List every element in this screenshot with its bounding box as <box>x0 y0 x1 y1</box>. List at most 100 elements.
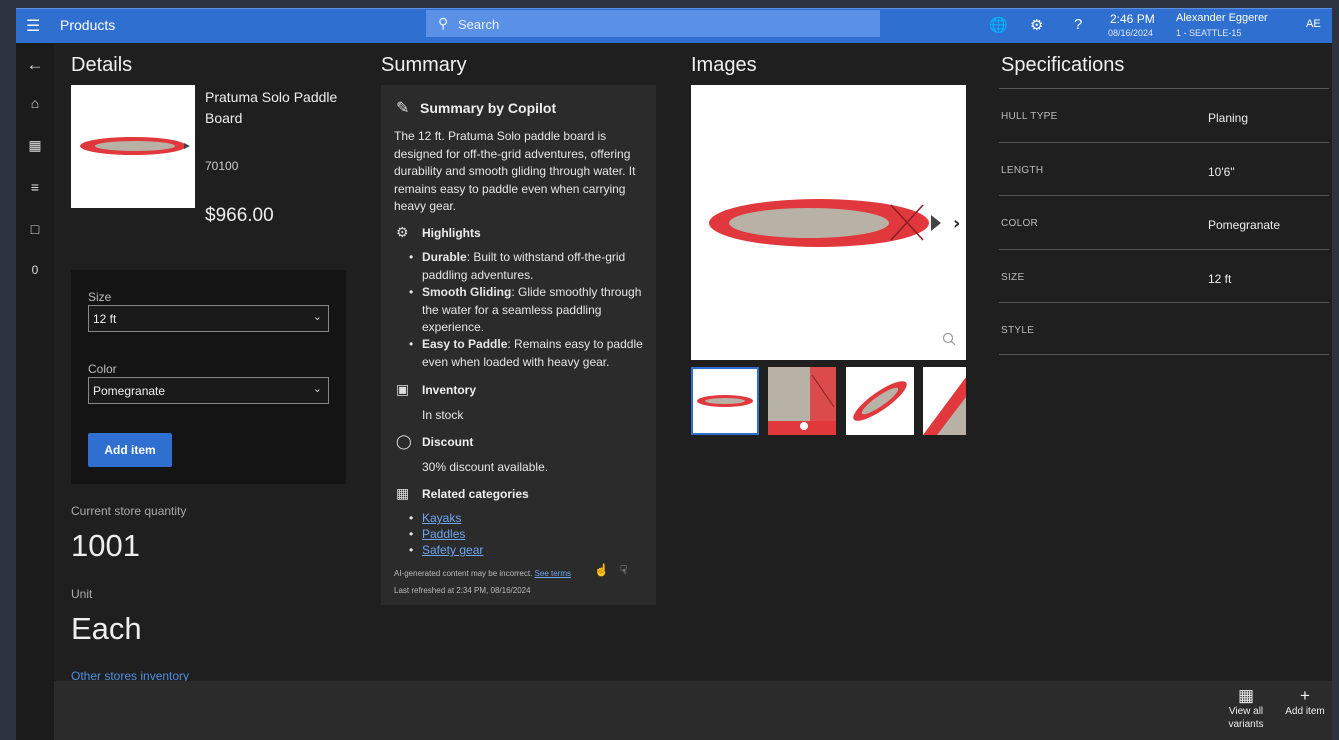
spec-key: LENGTH <box>1001 165 1044 176</box>
size-value: 12 ft <box>93 312 117 326</box>
spec-value: 10'6" <box>1208 165 1235 179</box>
ai-disclaimer: AI-generated content may be incorrect. S… <box>394 569 571 578</box>
main-product-image[interactable]: › <box>691 85 966 360</box>
copilot-summary-panel: ✎ Summary by Copilot The 12 ft. Pratuma … <box>381 85 656 605</box>
globe-icon[interactable]: 🌐 <box>989 16 1008 34</box>
image-thumbnail[interactable] <box>691 367 759 435</box>
view-all-variants-button[interactable]: ▦ View all variants <box>1220 686 1272 731</box>
thumbs-down-icon[interactable]: ☟ <box>620 563 627 577</box>
related-link-kayaks[interactable]: Kayaks <box>409 511 461 525</box>
top-bar: ☰ Products ⚲ Search 🌐 ⚙ ? 2:46 PM 08/16/… <box>16 8 1332 43</box>
inventory-value: In stock <box>422 408 464 422</box>
highlight-item: Smooth Gliding: Glide smoothly through t… <box>409 284 647 337</box>
add-item-button[interactable]: Add item <box>88 433 172 467</box>
spec-row: STYLE <box>999 302 1329 355</box>
spec-row: LENGTH 10'6" <box>999 142 1329 195</box>
image-thumbnail[interactable] <box>923 367 966 435</box>
related-label: Related categories <box>422 487 529 501</box>
highlight-item: Durable: Built to withstand off-the-grid… <box>409 249 647 284</box>
search-placeholder: Search <box>458 17 500 32</box>
last-refreshed: Last refreshed at 2:34 PM, 08/16/2024 <box>394 586 531 595</box>
summary-title: Summary by Copilot <box>420 100 557 116</box>
product-price: $966.00 <box>205 205 274 226</box>
products-icon[interactable]: ▦ <box>16 137 54 154</box>
related-link-safety-gear[interactable]: Safety gear <box>409 543 483 557</box>
color-value: Pomegranate <box>93 384 166 398</box>
search-icon: ⚲ <box>438 15 449 31</box>
add-item-label: Add item <box>1285 706 1325 717</box>
specifications-heading: Specifications <box>1001 54 1125 76</box>
user-name[interactable]: Alexander Eggerer <box>1176 12 1268 24</box>
app-window: ☰ Products ⚲ Search 🌐 ⚙ ? 2:46 PM 08/16/… <box>16 8 1332 740</box>
color-select[interactable]: Pomegranate ⌄ <box>88 377 329 404</box>
spec-key: HULL TYPE <box>1001 111 1058 122</box>
cart-count[interactable]: 0 <box>16 263 54 277</box>
discount-label: Discount <box>422 435 474 449</box>
clock-time: 2:46 PM <box>1110 12 1155 26</box>
grid-icon: ▦ <box>1237 686 1255 705</box>
list-icon[interactable]: ≡ <box>16 179 54 195</box>
highlights-icon: ⚙ <box>396 224 409 240</box>
spec-key: SIZE <box>1001 272 1025 283</box>
spec-row: COLOR Pomegranate <box>999 195 1329 248</box>
chevron-down-icon: ⌄ <box>312 383 322 395</box>
size-label: Size <box>88 290 112 304</box>
gear-icon[interactable]: ⚙ <box>1030 16 1043 34</box>
categories-icon: ▦ <box>396 485 410 501</box>
svg-text:›: › <box>953 213 960 234</box>
details-heading: Details <box>71 54 133 76</box>
related-link-paddles[interactable]: Paddles <box>409 527 465 541</box>
tag-icon: ◯ <box>396 433 412 449</box>
spec-value: 12 ft <box>1208 272 1232 286</box>
copilot-icon: ✎ <box>396 100 410 117</box>
variant-options: Size 12 ft ⌄ Color Pomegranate ⌄ Add ite… <box>71 270 346 484</box>
back-icon[interactable]: ← <box>16 55 54 75</box>
product-name: Pratuma Solo Paddle Board <box>205 89 338 126</box>
images-heading: Images <box>691 54 757 76</box>
bag-icon[interactable]: □ <box>16 221 54 237</box>
hamburger-icon[interactable]: ☰ <box>26 16 40 36</box>
nav-rail: ← ⌂ ▦ ≡ □ 0 <box>16 43 54 740</box>
help-icon[interactable]: ? <box>1074 16 1082 33</box>
discount-value: 30% discount available. <box>422 460 549 474</box>
highlight-item: Easy to Paddle: Remains easy to paddle e… <box>409 336 647 371</box>
spec-value: Planing <box>1208 111 1249 125</box>
spec-row: HULL TYPE Planing <box>999 88 1329 141</box>
summary-description: The 12 ft. Pratuma Solo paddle board is … <box>394 129 636 213</box>
search-input[interactable]: ⚲ Search <box>426 10 880 37</box>
image-thumbnail[interactable] <box>846 367 914 435</box>
highlights-label: Highlights <box>422 226 481 240</box>
highlight-term: Easy to Paddle <box>422 337 508 351</box>
product-number: 70100 <box>205 159 239 173</box>
store-name: 1 - SEATTLE-15 <box>1176 28 1242 38</box>
unit-label: Unit <box>71 587 93 601</box>
avatar[interactable]: AE <box>1306 18 1321 30</box>
product-thumbnail[interactable] <box>71 85 195 208</box>
see-terms-link[interactable]: See terms <box>535 569 571 578</box>
page-title: Products <box>60 17 116 33</box>
disclaimer-text: AI-generated content may be incorrect. <box>394 569 533 578</box>
size-select[interactable]: 12 ft ⌄ <box>88 305 329 332</box>
bottom-app-bar: ▦ View all variants + Add item <box>54 681 1332 740</box>
plus-icon: + <box>1300 686 1310 705</box>
view-all-label: View all variants <box>1228 706 1264 730</box>
color-label: Color <box>88 362 117 376</box>
spec-row: SIZE 12 ft <box>999 249 1329 302</box>
spec-key: COLOR <box>1001 218 1039 229</box>
summary-heading: Summary <box>381 54 467 76</box>
box-icon: ▣ <box>396 381 410 397</box>
inventory-label: Inventory <box>422 383 477 397</box>
clock-date: 08/16/2024 <box>1108 28 1154 38</box>
highlight-term: Durable <box>422 250 467 264</box>
quantity-value: 1001 <box>71 528 140 563</box>
spec-value: Pomegranate <box>1208 218 1281 232</box>
spec-key: STYLE <box>1001 325 1035 336</box>
chevron-down-icon: ⌄ <box>312 311 322 323</box>
quantity-label: Current store quantity <box>71 504 187 518</box>
highlight-term: Smooth Gliding <box>422 285 512 299</box>
home-icon[interactable]: ⌂ <box>16 95 54 111</box>
thumbs-up-icon[interactable]: ☝ <box>594 563 609 577</box>
unit-value: Each <box>71 611 142 646</box>
bottom-add-item-button[interactable]: + Add item <box>1279 686 1331 718</box>
image-thumbnail[interactable] <box>768 367 836 435</box>
